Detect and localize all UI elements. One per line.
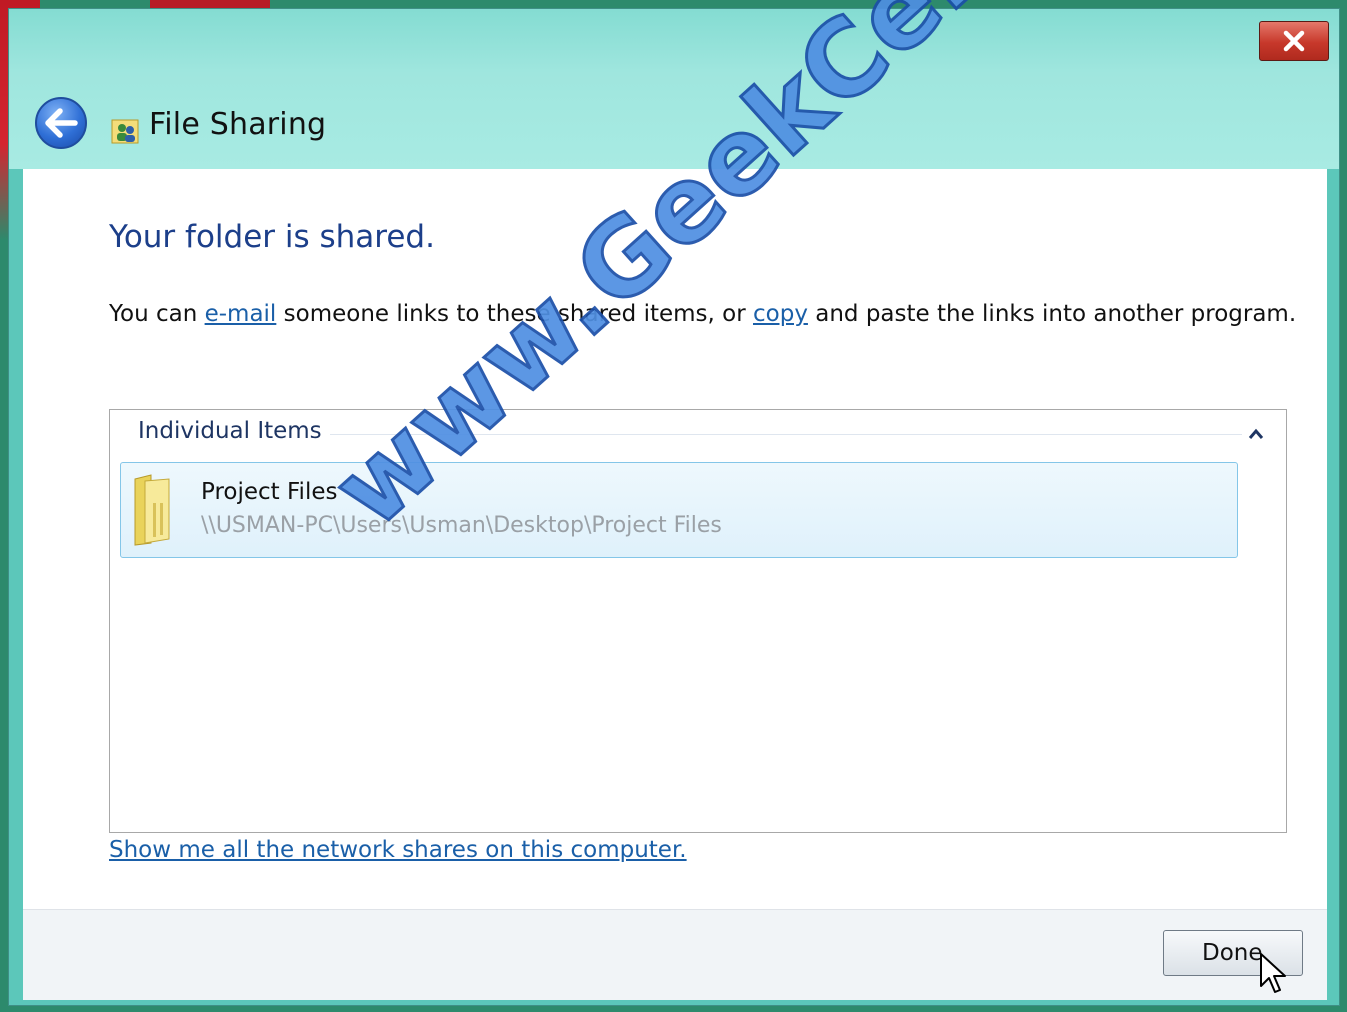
description-prefix: You can: [109, 301, 205, 327]
chevron-up-icon: [1248, 428, 1264, 439]
group-header-individual-items: Individual Items: [138, 418, 322, 444]
mouse-cursor-icon: [1260, 953, 1286, 993]
back-arrow-icon: [45, 108, 78, 138]
folder-icon: [134, 474, 170, 546]
close-icon: [1283, 30, 1305, 52]
shared-items-list[interactable]: Individual Items Project Files \\USMAN-P…: [109, 409, 1287, 833]
file-sharing-icon: [111, 119, 139, 144]
close-button[interactable]: [1259, 21, 1329, 61]
list-item[interactable]: Project Files \\USMAN-PC\Users\Usman\Des…: [120, 462, 1238, 558]
window-title: File Sharing: [149, 107, 327, 142]
item-path: \\USMAN-PC\Users\Usman\Desktop\Project F…: [201, 513, 722, 538]
copy-link[interactable]: copy: [753, 301, 808, 327]
collapse-group-button[interactable]: [1244, 422, 1268, 446]
description-text: You can e-mail someone links to these sh…: [109, 301, 1296, 327]
description-suffix: and paste the links into another program…: [807, 301, 1297, 327]
show-network-shares-link[interactable]: Show me all the network shares on this c…: [109, 837, 687, 863]
dialog-footer: Done: [23, 909, 1327, 1000]
email-link[interactable]: e-mail: [205, 301, 277, 327]
item-name: Project Files: [201, 479, 338, 505]
back-button[interactable]: [35, 97, 87, 149]
page-heading: Your folder is shared.: [109, 219, 435, 255]
